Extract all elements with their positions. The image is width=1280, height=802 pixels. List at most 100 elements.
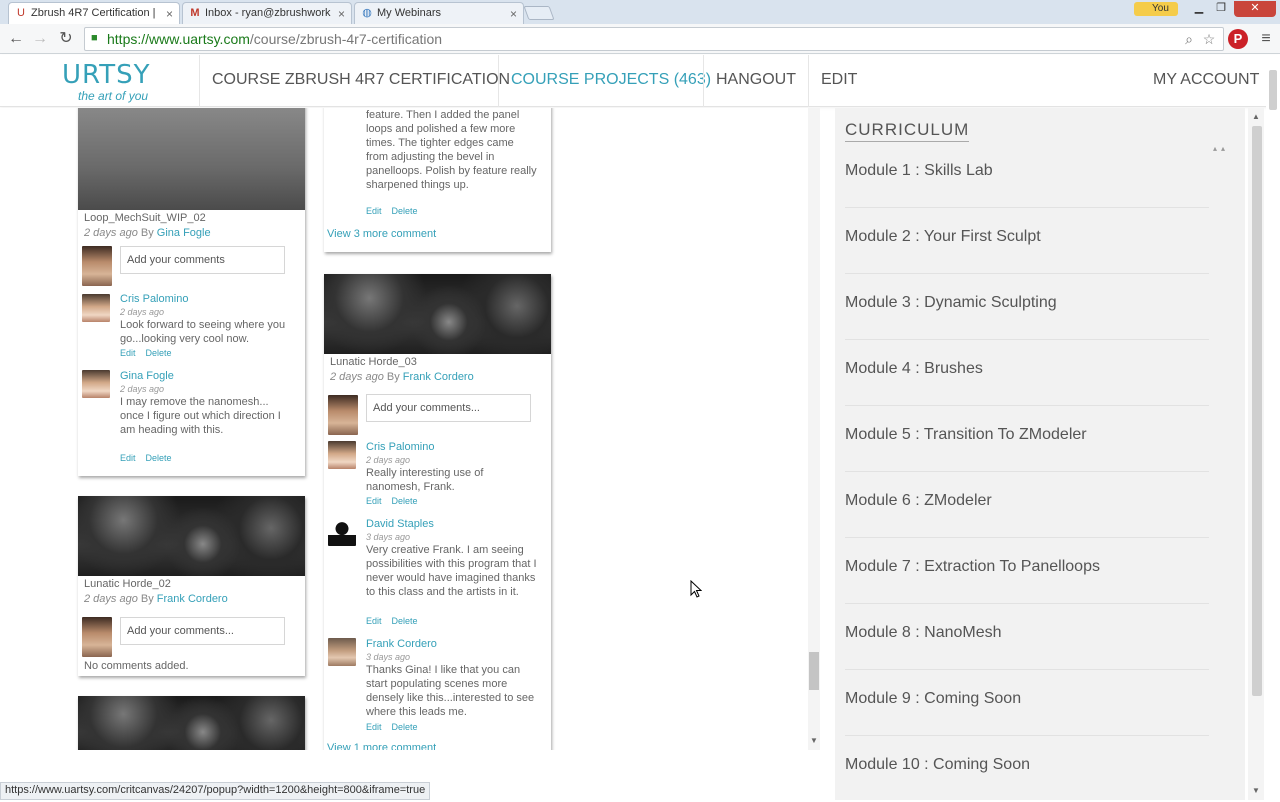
- avatar: [328, 518, 356, 546]
- comment-author[interactable]: Cris Palomino: [366, 441, 434, 453]
- scrollbar-thumb[interactable]: [809, 652, 819, 690]
- project-author[interactable]: Gina Fogle: [157, 227, 211, 239]
- close-icon[interactable]: ×: [338, 7, 345, 21]
- tab-zbrush-certification[interactable]: U Zbrush 4R7 Certification | ×: [8, 2, 180, 24]
- comment-actions: Edit Delete: [120, 348, 182, 358]
- nav-course-projects[interactable]: COURSE PROJECTS (463): [498, 55, 723, 107]
- edit-link[interactable]: Edit: [120, 453, 136, 463]
- module-item[interactable]: Module 9 : Coming Soon: [845, 670, 1209, 736]
- comment-actions: Edit Delete: [120, 453, 182, 463]
- curriculum-heading: CURRICULUM: [845, 120, 970, 142]
- nav-hangout[interactable]: HANGOUT: [703, 55, 808, 107]
- edit-link[interactable]: Edit: [366, 496, 382, 506]
- project-thumbnail[interactable]: [78, 496, 305, 576]
- comment-author[interactable]: Frank Cordero: [366, 638, 437, 650]
- reload-icon[interactable]: ↻: [56, 29, 76, 49]
- project-card: Lunatic Horde_02 2 days ago By Frank Cor…: [78, 496, 305, 676]
- module-label: Module 3 : Dynamic Sculpting: [845, 294, 1057, 311]
- module-item[interactable]: Module 3 : Dynamic Sculpting: [845, 274, 1209, 340]
- no-comments-text: No comments added.: [84, 660, 189, 672]
- user-badge[interactable]: You: [1134, 2, 1178, 16]
- close-icon[interactable]: ×: [510, 7, 517, 21]
- module-item[interactable]: Module 5 : Transition To ZModeler: [845, 406, 1209, 472]
- nav-course[interactable]: COURSE ZBRUSH 4R7 CERTIFICATION: [199, 55, 522, 107]
- back-icon[interactable]: ←: [6, 29, 26, 49]
- page-scrollbar[interactable]: [1266, 55, 1280, 800]
- url-host: https://www.uartsy.com: [107, 31, 250, 47]
- comment-text: Thanks Gina! I like that you can start p…: [366, 664, 535, 718]
- scroll-down-icon[interactable]: ▼: [1252, 786, 1260, 795]
- delete-link[interactable]: Delete: [392, 496, 418, 506]
- scrollbar-thumb[interactable]: [1269, 70, 1277, 110]
- edit-link[interactable]: Edit: [366, 722, 382, 732]
- module-item[interactable]: Module 6 : ZModeler: [845, 472, 1209, 538]
- edit-link[interactable]: Edit: [366, 206, 382, 216]
- scroll-up-icon[interactable]: ▲: [1252, 112, 1260, 121]
- module-item[interactable]: Module 10 : Coming Soon: [845, 736, 1209, 802]
- scroll-down-icon[interactable]: ▼: [808, 736, 820, 745]
- urtsy-logo[interactable]: URTSY the art of you: [62, 61, 182, 103]
- module-item[interactable]: Module 7 : Extraction To Panelloops: [845, 538, 1209, 604]
- module-item[interactable]: Module 8 : NanoMesh: [845, 604, 1209, 670]
- pinterest-icon[interactable]: P: [1228, 29, 1248, 49]
- module-label: Module 10 : Coming Soon: [845, 756, 1030, 773]
- browser-tab-strip: U Zbrush 4R7 Certification | × M Inbox -…: [0, 0, 1280, 24]
- module-item[interactable]: Module 1 : Skills Lab: [845, 142, 1209, 208]
- module-label: Module 8 : NanoMesh: [845, 624, 1002, 641]
- tab-inbox[interactable]: M Inbox - ryan@zbrushwork ×: [182, 2, 352, 24]
- menu-icon[interactable]: ≡: [1258, 30, 1274, 48]
- address-bar[interactable]: ■ https://www.uartsy.com/course/zbrush-4…: [84, 27, 1224, 51]
- tab-webinars[interactable]: ◍ My Webinars ×: [354, 2, 524, 24]
- delete-link[interactable]: Delete: [146, 453, 172, 463]
- comment-author[interactable]: David Staples: [366, 518, 434, 530]
- maximize-button[interactable]: ❐: [1210, 1, 1232, 17]
- project-author[interactable]: Frank Cordero: [157, 593, 228, 605]
- project-thumbnail[interactable]: [78, 108, 305, 210]
- view-more-comments-link[interactable]: View 1 more comment: [327, 742, 436, 750]
- module-item[interactable]: Module 4 : Brushes: [845, 340, 1209, 406]
- project-title[interactable]: Lunatic Horde_02: [84, 578, 171, 590]
- comment-author[interactable]: Gina Fogle: [120, 370, 174, 382]
- avatar: [328, 395, 358, 435]
- feed-scrollbar[interactable]: ▼: [808, 108, 820, 750]
- module-label: Module 9 : Coming Soon: [845, 690, 1022, 707]
- nav-my-account[interactable]: MY ACCOUNT: [1141, 55, 1271, 107]
- project-thumbnail[interactable]: [324, 274, 551, 354]
- module-label: Module 2 : Your First Sculpt: [845, 228, 1041, 245]
- urtsy-icon: U: [17, 7, 25, 19]
- comment-author[interactable]: Cris Palomino: [120, 293, 188, 305]
- avatar: [82, 294, 110, 322]
- by-label: By: [140, 593, 154, 605]
- delete-link[interactable]: Delete: [146, 348, 172, 358]
- scrollbar-thumb[interactable]: [1252, 126, 1262, 696]
- zoom-icon[interactable]: ⌕: [1180, 30, 1198, 48]
- forward-icon[interactable]: →: [30, 29, 50, 49]
- edit-link[interactable]: Edit: [366, 616, 382, 626]
- curriculum-scrollbar[interactable]: ▲ ▼: [1248, 108, 1264, 800]
- expand-collapse-icon[interactable]: ▴▴: [1213, 144, 1229, 153]
- star-icon[interactable]: ☆: [1200, 30, 1218, 48]
- delete-link[interactable]: Delete: [392, 722, 418, 732]
- comment-input[interactable]: Add your comments...: [366, 394, 531, 422]
- nav-edit[interactable]: EDIT: [808, 55, 869, 107]
- project-time: 2 days ago: [84, 593, 138, 605]
- close-icon[interactable]: ×: [166, 7, 173, 21]
- module-label: Module 4 : Brushes: [845, 360, 983, 377]
- new-tab-button[interactable]: [523, 6, 555, 20]
- module-item[interactable]: Module 2 : Your First Sculpt: [845, 208, 1209, 274]
- minimize-button[interactable]: ▁: [1188, 1, 1210, 17]
- comment-input[interactable]: Add your comments: [120, 246, 285, 274]
- project-meta: 2 days ago By Frank Cordero: [84, 593, 228, 605]
- close-window-button[interactable]: ✕: [1234, 1, 1276, 17]
- project-thumbnail[interactable]: [78, 696, 305, 750]
- comment-actions: Edit Delete: [366, 496, 428, 506]
- edit-link[interactable]: Edit: [120, 348, 136, 358]
- project-title[interactable]: Loop_MechSuit_WIP_02: [84, 212, 206, 224]
- project-title[interactable]: Lunatic Horde_03: [330, 356, 417, 368]
- browser-toolbar: ← → ↻ ■ https://www.uartsy.com/course/zb…: [0, 24, 1280, 54]
- delete-link[interactable]: Delete: [392, 616, 418, 626]
- view-more-comments-link[interactable]: View 3 more comment: [327, 228, 436, 240]
- project-author[interactable]: Frank Cordero: [403, 371, 474, 383]
- delete-link[interactable]: Delete: [392, 206, 418, 216]
- comment-input[interactable]: Add your comments...: [120, 617, 285, 645]
